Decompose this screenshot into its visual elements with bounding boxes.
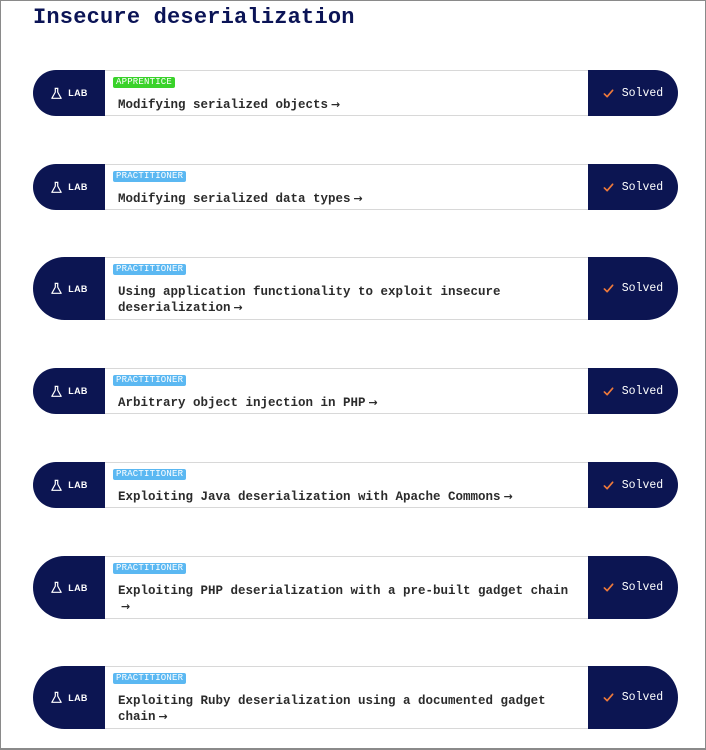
lab-title-link[interactable]: Exploiting PHP deserialization with a pr… <box>118 583 580 615</box>
page-title: Insecure deserialization <box>33 5 355 30</box>
status-label: Solved <box>621 478 664 492</box>
lab-tag-label: LAB <box>68 386 88 396</box>
arrow-right-icon: → <box>353 192 363 205</box>
arrow-right-icon: → <box>158 710 168 723</box>
level-badge: APPRENTICE <box>113 77 176 88</box>
lab-title-link[interactable]: Using application functionality to explo… <box>118 284 580 316</box>
flask-icon <box>51 581 63 593</box>
check-icon <box>603 693 614 702</box>
lab-card: LAB PRACTITIONER Arbitrary object inject… <box>33 368 678 414</box>
lab-card: LAB PRACTITIONER Using application funct… <box>33 257 678 320</box>
lab-tag: LAB <box>33 462 105 508</box>
lab-card: LAB PRACTITIONER Exploiting Java deseria… <box>33 462 678 508</box>
check-icon <box>603 386 614 396</box>
lab-body: PRACTITIONER Exploiting Java deserializa… <box>105 462 588 508</box>
arrow-right-icon: → <box>233 301 243 314</box>
arrow-right-icon: → <box>368 396 378 409</box>
level-badge: PRACTITIONER <box>113 563 187 574</box>
lab-card: LAB APPRENTICE Modifying serialized obje… <box>33 70 678 116</box>
lab-tag-label: LAB <box>68 88 88 98</box>
lab-card: LAB PRACTITIONER Exploiting Ruby deseria… <box>33 666 678 729</box>
lab-tag: LAB <box>33 164 105 210</box>
status-tag: Solved <box>588 70 678 116</box>
lab-title-text: Exploiting Ruby deserialization using a … <box>118 694 546 724</box>
lab-title-text: Modifying serialized data types <box>118 192 351 206</box>
lab-tag-label: LAB <box>68 582 88 593</box>
lab-card: LAB PRACTITIONER Modifying serialized da… <box>33 164 678 210</box>
status-label: Solved <box>621 180 664 194</box>
status-label: Solved <box>621 581 664 594</box>
flask-icon <box>51 691 63 703</box>
lab-tag-label: LAB <box>68 480 88 490</box>
check-icon <box>603 480 614 490</box>
level-badge: PRACTITIONER <box>113 171 187 182</box>
lab-title-text: Modifying serialized objects <box>118 98 329 112</box>
status-tag: Solved <box>588 368 678 414</box>
flask-icon <box>51 87 63 99</box>
lab-title-link[interactable]: Exploiting Java deserialization with Apa… <box>118 489 580 505</box>
status-tag: Solved <box>588 164 678 210</box>
arrow-right-icon: → <box>331 98 341 111</box>
check-icon <box>603 284 614 293</box>
check-icon <box>603 182 614 192</box>
lab-tag-label: LAB <box>68 182 88 192</box>
level-badge: PRACTITIONER <box>113 673 187 684</box>
lab-body: PRACTITIONER Exploiting PHP deserializat… <box>105 556 588 619</box>
lab-tag: LAB <box>33 368 105 414</box>
status-tag: Solved <box>588 462 678 508</box>
lab-body: PRACTITIONER Modifying serialized data t… <box>105 164 588 210</box>
arrow-right-icon: → <box>121 600 131 613</box>
lab-tag: LAB <box>33 257 105 320</box>
lab-title-link[interactable]: Exploiting Ruby deserialization using a … <box>118 693 580 725</box>
status-label: Solved <box>621 691 664 704</box>
lab-title-link[interactable]: Arbitrary object injection in PHP → <box>118 395 580 411</box>
lab-tag: LAB <box>33 666 105 729</box>
lab-title-link[interactable]: Modifying serialized objects → <box>118 97 580 113</box>
status-tag: Solved <box>588 257 678 320</box>
lab-title-text: Arbitrary object injection in PHP <box>118 396 366 410</box>
lab-tag-label: LAB <box>68 692 88 703</box>
lab-body: APPRENTICE Modifying serialized objects → <box>105 70 588 116</box>
flask-icon <box>51 479 63 491</box>
status-label: Solved <box>621 384 664 398</box>
arrow-right-icon: → <box>503 490 513 503</box>
status-tag: Solved <box>588 666 678 729</box>
lab-card: LAB PRACTITIONER Exploiting PHP deserial… <box>33 556 678 619</box>
check-icon <box>603 583 614 592</box>
lab-tag: LAB <box>33 70 105 116</box>
lab-body: PRACTITIONER Exploiting Ruby deserializa… <box>105 666 588 729</box>
status-label: Solved <box>621 282 664 295</box>
level-badge: PRACTITIONER <box>113 469 187 480</box>
flask-icon <box>51 282 63 294</box>
level-badge: PRACTITIONER <box>113 264 187 275</box>
check-icon <box>603 88 614 98</box>
status-label: Solved <box>621 86 664 100</box>
lab-title-link[interactable]: Modifying serialized data types → <box>118 191 580 207</box>
status-tag: Solved <box>588 556 678 619</box>
lab-tag: LAB <box>33 556 105 619</box>
flask-icon <box>51 181 63 193</box>
lab-tag-label: LAB <box>68 283 88 294</box>
lab-title-text: Exploiting Java deserialization with Apa… <box>118 490 501 504</box>
lab-body: PRACTITIONER Arbitrary object injection … <box>105 368 588 414</box>
flask-icon <box>51 385 63 397</box>
lab-title-text: Exploiting PHP deserialization with a pr… <box>118 584 569 598</box>
lab-body: PRACTITIONER Using application functiona… <box>105 257 588 320</box>
level-badge: PRACTITIONER <box>113 375 187 386</box>
lab-title-text: Using application functionality to explo… <box>118 285 501 315</box>
